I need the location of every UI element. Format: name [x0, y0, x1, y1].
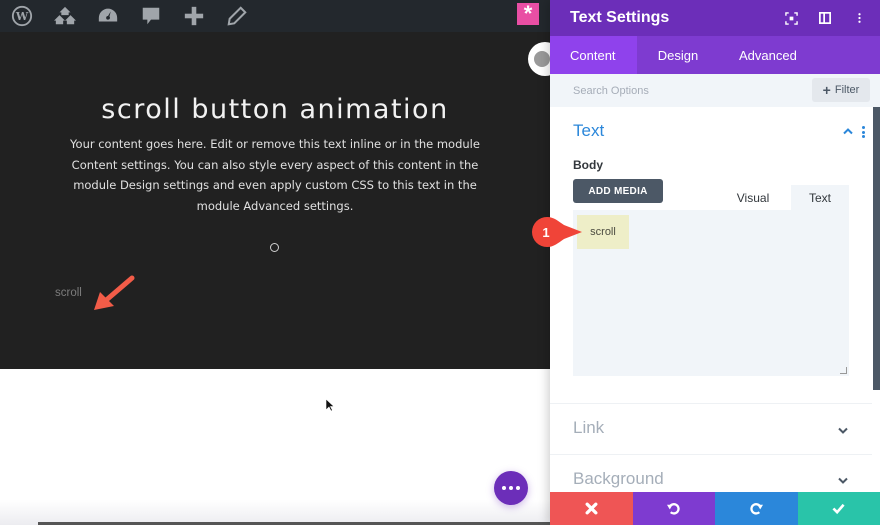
panel-title: Text Settings	[570, 9, 670, 26]
text-section-title[interactable]: Text	[573, 121, 604, 141]
scroll-link[interactable]: scroll	[55, 287, 82, 299]
save-button[interactable]	[797, 492, 880, 525]
annotation-badge: 1	[532, 217, 582, 247]
chevron-up-icon[interactable]	[843, 127, 853, 135]
annotation-number: 1	[542, 225, 549, 240]
search-options-input[interactable]	[573, 84, 773, 97]
fullscreen-icon[interactable]	[784, 11, 798, 25]
editor-tabs: Visual Text	[718, 185, 849, 210]
hero-circle-icon	[270, 243, 279, 252]
discard-icon	[585, 502, 598, 515]
more-options-fab[interactable]	[494, 471, 528, 505]
tab-content[interactable]: Content	[550, 36, 637, 74]
plus-icon: +	[822, 82, 831, 98]
redo-button[interactable]	[715, 492, 798, 525]
dot-icon	[509, 486, 513, 490]
chevron-down-icon[interactable]	[838, 427, 848, 434]
settings-tabs: Content Design Advanced	[550, 36, 880, 74]
comments-icon[interactable]	[137, 2, 165, 30]
save-check-icon	[832, 503, 845, 515]
tab-design[interactable]: Design	[637, 36, 719, 74]
filter-label: Filter	[834, 84, 860, 96]
wordpress-logo-icon[interactable]: W	[8, 2, 36, 30]
hero-body-text[interactable]: Your content goes here. Edit or remove t…	[50, 134, 500, 216]
undo-icon	[667, 503, 680, 515]
divider	[550, 403, 872, 404]
editor-content-highlight[interactable]: scroll	[577, 215, 629, 249]
asterisk-icon: *	[523, 1, 533, 26]
divider	[550, 454, 872, 455]
dashboard-icon[interactable]	[94, 2, 122, 30]
globe-icon	[534, 51, 550, 67]
wp-admin-bar: W	[0, 0, 550, 32]
editor-tab-text[interactable]: Text	[791, 185, 849, 210]
settings-scroll-area: Text Body ADD MEDIA Visual Text scroll 1	[532, 107, 880, 492]
search-row: + Filter	[550, 74, 880, 107]
editor-tab-visual[interactable]: Visual	[718, 185, 788, 210]
resize-handle-icon[interactable]	[840, 367, 847, 374]
hero-section: scroll button animation Your content goe…	[0, 32, 550, 369]
more-options-icon[interactable]	[852, 11, 866, 25]
undo-button[interactable]	[632, 492, 715, 525]
panel-header[interactable]: Text Settings	[550, 0, 880, 36]
tab-advanced[interactable]: Advanced	[719, 36, 817, 74]
page: W * scroll button animation Your content…	[0, 0, 880, 525]
hero-title[interactable]: scroll button animation	[0, 94, 550, 125]
dot-icon	[516, 486, 520, 490]
add-media-button[interactable]: ADD MEDIA	[573, 179, 663, 203]
background-section-title[interactable]: Background	[573, 469, 664, 489]
add-new-icon[interactable]	[180, 2, 208, 30]
annotation-arrow-icon	[94, 275, 135, 310]
discard-button[interactable]	[550, 492, 633, 525]
redo-icon	[750, 503, 763, 515]
edit-icon[interactable]	[223, 2, 251, 30]
panel-scrollbar[interactable]	[873, 107, 880, 390]
body-text-editor[interactable]: scroll	[573, 210, 849, 376]
link-section-title[interactable]: Link	[573, 418, 604, 438]
section-options-icon[interactable]	[862, 126, 865, 138]
mouse-cursor-icon	[325, 398, 335, 412]
text-settings-panel: Text Settings Content Design Advanced Se…	[532, 0, 880, 525]
body-label: Body	[573, 158, 603, 172]
filter-button[interactable]: + Filter	[812, 78, 870, 102]
builder-settings-button[interactable]: *	[517, 3, 539, 25]
my-sites-icon[interactable]	[51, 2, 79, 30]
panel-footer	[550, 492, 880, 525]
svg-text:W: W	[15, 10, 29, 23]
chevron-down-icon[interactable]	[838, 477, 848, 484]
dot-icon	[502, 486, 506, 490]
split-view-icon[interactable]	[818, 11, 832, 25]
